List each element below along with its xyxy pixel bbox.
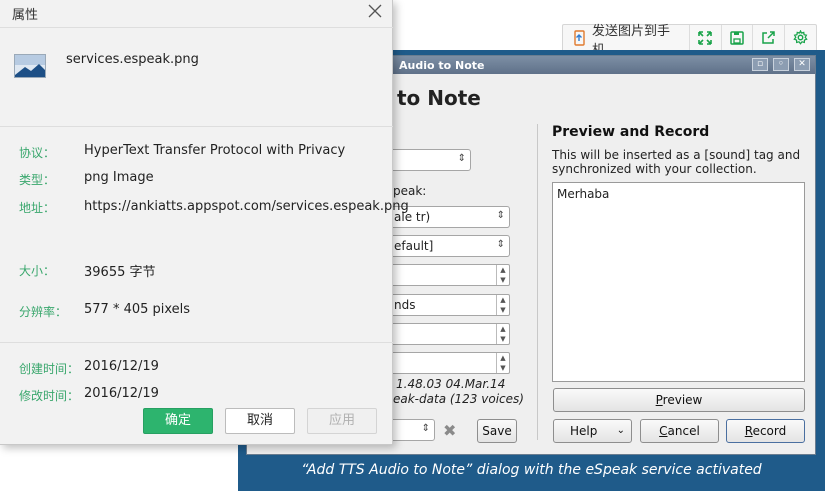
address-value: https://ankiatts.appspot.com/services.es…	[84, 199, 409, 214]
share-button[interactable]	[753, 25, 785, 53]
updown-icon: ⇕	[496, 210, 505, 221]
close-icon[interactable]	[368, 2, 382, 23]
properties-dialog: 属性 services.espeak.png 协议： HyperText Tra…	[0, 0, 409, 445]
fullscreen-icon	[698, 30, 713, 48]
section-divider	[0, 342, 393, 343]
type-key: 类型：	[19, 173, 56, 187]
speak-label: peak:	[393, 184, 427, 198]
record-button[interactable]: Record	[726, 419, 805, 443]
delete-preset-icon[interactable]: ✖	[443, 421, 456, 440]
updown-icon: ⇕	[496, 239, 505, 250]
resolution-value: 577 * 405 pixels	[84, 302, 191, 317]
modified-key: 修改时间：	[19, 389, 80, 403]
spin-arrows-icon[interactable]: ▲ ▼	[496, 265, 509, 285]
help-button-label: Help	[570, 424, 598, 438]
spin-arrows-icon[interactable]: ▲ ▼	[496, 324, 509, 344]
updown-icon: ⇕	[421, 423, 430, 434]
rate-spinbox[interactable]: ▲ ▼	[387, 264, 510, 286]
pitch-spinbox[interactable]: ▲ ▼	[387, 323, 510, 345]
preview-record-description: This will be inserted as a [sound] tag a…	[552, 148, 801, 176]
close-icon[interactable]: ✕	[794, 58, 810, 71]
phone-send-icon	[573, 29, 587, 49]
preview-record-title: Preview and Record	[552, 124, 710, 140]
preview-text-area[interactable]: Merhaba	[552, 182, 805, 382]
minimize-icon[interactable]: ▫	[752, 58, 768, 71]
tts-dialog-title: Audio to Note	[399, 59, 485, 72]
service-select[interactable]: ⇕	[387, 149, 471, 171]
modified-value: 2016/12/19	[84, 386, 159, 401]
help-button[interactable]: Help ⌄	[553, 419, 632, 443]
cancel-button[interactable]: Cancel	[640, 419, 719, 443]
tts-dialog-heading: to Note	[397, 86, 481, 110]
variant-select-value: efault]	[394, 239, 434, 253]
settings-button[interactable]	[785, 25, 816, 53]
maximize-icon[interactable]: ◦	[773, 58, 789, 71]
section-divider	[0, 126, 393, 127]
updown-icon: ⇕	[457, 153, 466, 164]
created-key: 创建时间：	[19, 362, 80, 376]
save-preset-button[interactable]: Save	[477, 419, 517, 443]
espeak-data-info: eak-data (123 voices)	[393, 392, 524, 406]
save-image-button[interactable]	[722, 25, 754, 53]
volume-spinbox[interactable]: ▲ ▼	[387, 352, 510, 374]
save-icon	[730, 30, 744, 48]
settings-icon	[793, 29, 808, 48]
protocol-value: HyperText Transfer Protocol with Privacy	[84, 143, 346, 158]
title-divider	[0, 27, 393, 28]
image-caption: “Add TTS Audio to Note” dialog with the …	[301, 462, 762, 478]
spin-arrows-icon[interactable]: ▲ ▼	[496, 295, 509, 315]
spin-arrows-icon[interactable]: ▲ ▼	[496, 353, 509, 373]
fullscreen-button[interactable]	[690, 25, 722, 53]
file-thumbnail-icon	[14, 54, 46, 78]
share-icon	[761, 30, 776, 48]
cancel-button[interactable]: 取消	[225, 408, 295, 434]
apply-button[interactable]: 应用	[307, 408, 377, 434]
variant-select[interactable]: efault] ⇕	[387, 235, 510, 257]
type-value: png Image	[84, 170, 154, 185]
size-value: 39655 字节	[84, 265, 156, 280]
address-key: 地址：	[19, 201, 56, 215]
size-key: 大小：	[19, 264, 56, 278]
presets-select[interactable]: ⇕	[387, 419, 435, 441]
protocol-key: 协议：	[19, 146, 56, 160]
espeak-version: 1.48.03 04.Mar.14	[396, 377, 506, 391]
gap-spinbox-value: nds	[394, 298, 416, 312]
file-name: services.espeak.png	[66, 52, 199, 67]
column-divider	[537, 124, 538, 440]
preview-button[interactable]: Preview	[553, 388, 805, 412]
chevron-down-icon: ⌄	[616, 425, 625, 436]
send-to-phone-button[interactable]: 发送图片到手机	[563, 24, 691, 58]
properties-title: 属性	[12, 8, 39, 23]
created-value: 2016/12/19	[84, 359, 159, 374]
ok-button[interactable]: 确定	[143, 408, 213, 434]
resolution-key: 分辨率：	[19, 305, 68, 319]
gap-spinbox[interactable]: nds ▲ ▼	[387, 294, 510, 316]
